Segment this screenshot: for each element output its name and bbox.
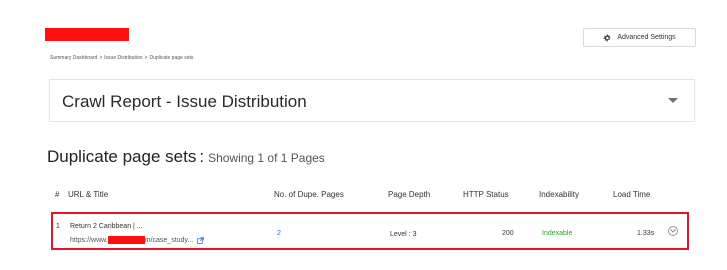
url-prefix: https://www. — [70, 236, 108, 244]
breadcrumb: Summary Dashboard > Issue Distribution >… — [50, 55, 193, 61]
indexability-cell: Indexable — [542, 230, 573, 237]
column-header-number: # — [55, 190, 60, 199]
result-count: Showing 1 of 1 Pages — [208, 151, 325, 165]
column-header-http-status[interactable]: HTTP Status — [463, 190, 509, 199]
external-link-icon[interactable] — [197, 236, 205, 244]
redacted-logo — [45, 28, 129, 41]
page-url-cell[interactable]: https://www. m/case_study... — [70, 236, 205, 244]
breadcrumb-separator: > — [99, 55, 103, 61]
section-colon: : — [199, 147, 205, 166]
breadcrumb-separator: > — [144, 55, 148, 61]
http-status-cell: 200 — [502, 230, 514, 237]
column-header-load-time[interactable]: Load Time — [613, 190, 650, 199]
breadcrumb-item-duplicate-page-sets: Duplicate page sets — [149, 55, 194, 61]
breadcrumb-item-issue-distribution[interactable]: Issue Distribution — [104, 55, 142, 61]
dupe-pages-link[interactable]: 2 — [277, 230, 281, 237]
column-header-dupe-pages[interactable]: No. of Dupe. Pages — [274, 190, 344, 199]
section-title: Duplicate page sets — [47, 147, 197, 166]
section-heading: Duplicate page sets : Showing 1 of 1 Pag… — [47, 147, 325, 167]
caret-down-icon[interactable] — [668, 98, 678, 103]
load-time-cell: 1.33s — [637, 230, 655, 237]
report-header-card[interactable]: Crawl Report - Issue Distribution — [49, 79, 695, 122]
advanced-settings-button[interactable]: Advanced Settings — [583, 28, 696, 47]
breadcrumb-item-summary-dashboard[interactable]: Summary Dashboard — [50, 55, 97, 61]
chevron-down-circle-icon[interactable] — [668, 226, 678, 236]
row-number: 1 — [56, 223, 60, 230]
url-suffix: m/case_study... — [144, 236, 194, 244]
column-header-indexability[interactable]: Indexability — [539, 190, 579, 199]
gear-icon — [603, 34, 611, 41]
page-depth-cell: Level : 3 — [390, 231, 417, 238]
column-header-url-title[interactable]: URL & Title — [68, 190, 108, 199]
report-title: Crawl Report - Issue Distribution — [62, 92, 307, 111]
table-row[interactable]: 1 Return 2 Caribbean | ... https://www. … — [51, 212, 689, 250]
chevron-down-icon — [670, 229, 676, 233]
advanced-settings-label: Advanced Settings — [617, 34, 676, 41]
page: Advanced Settings Summary Dashboard > Is… — [0, 0, 727, 270]
column-header-page-depth[interactable]: Page Depth — [388, 190, 430, 199]
page-title-cell: Return 2 Caribbean | ... — [70, 223, 143, 230]
redacted-domain — [107, 236, 145, 244]
